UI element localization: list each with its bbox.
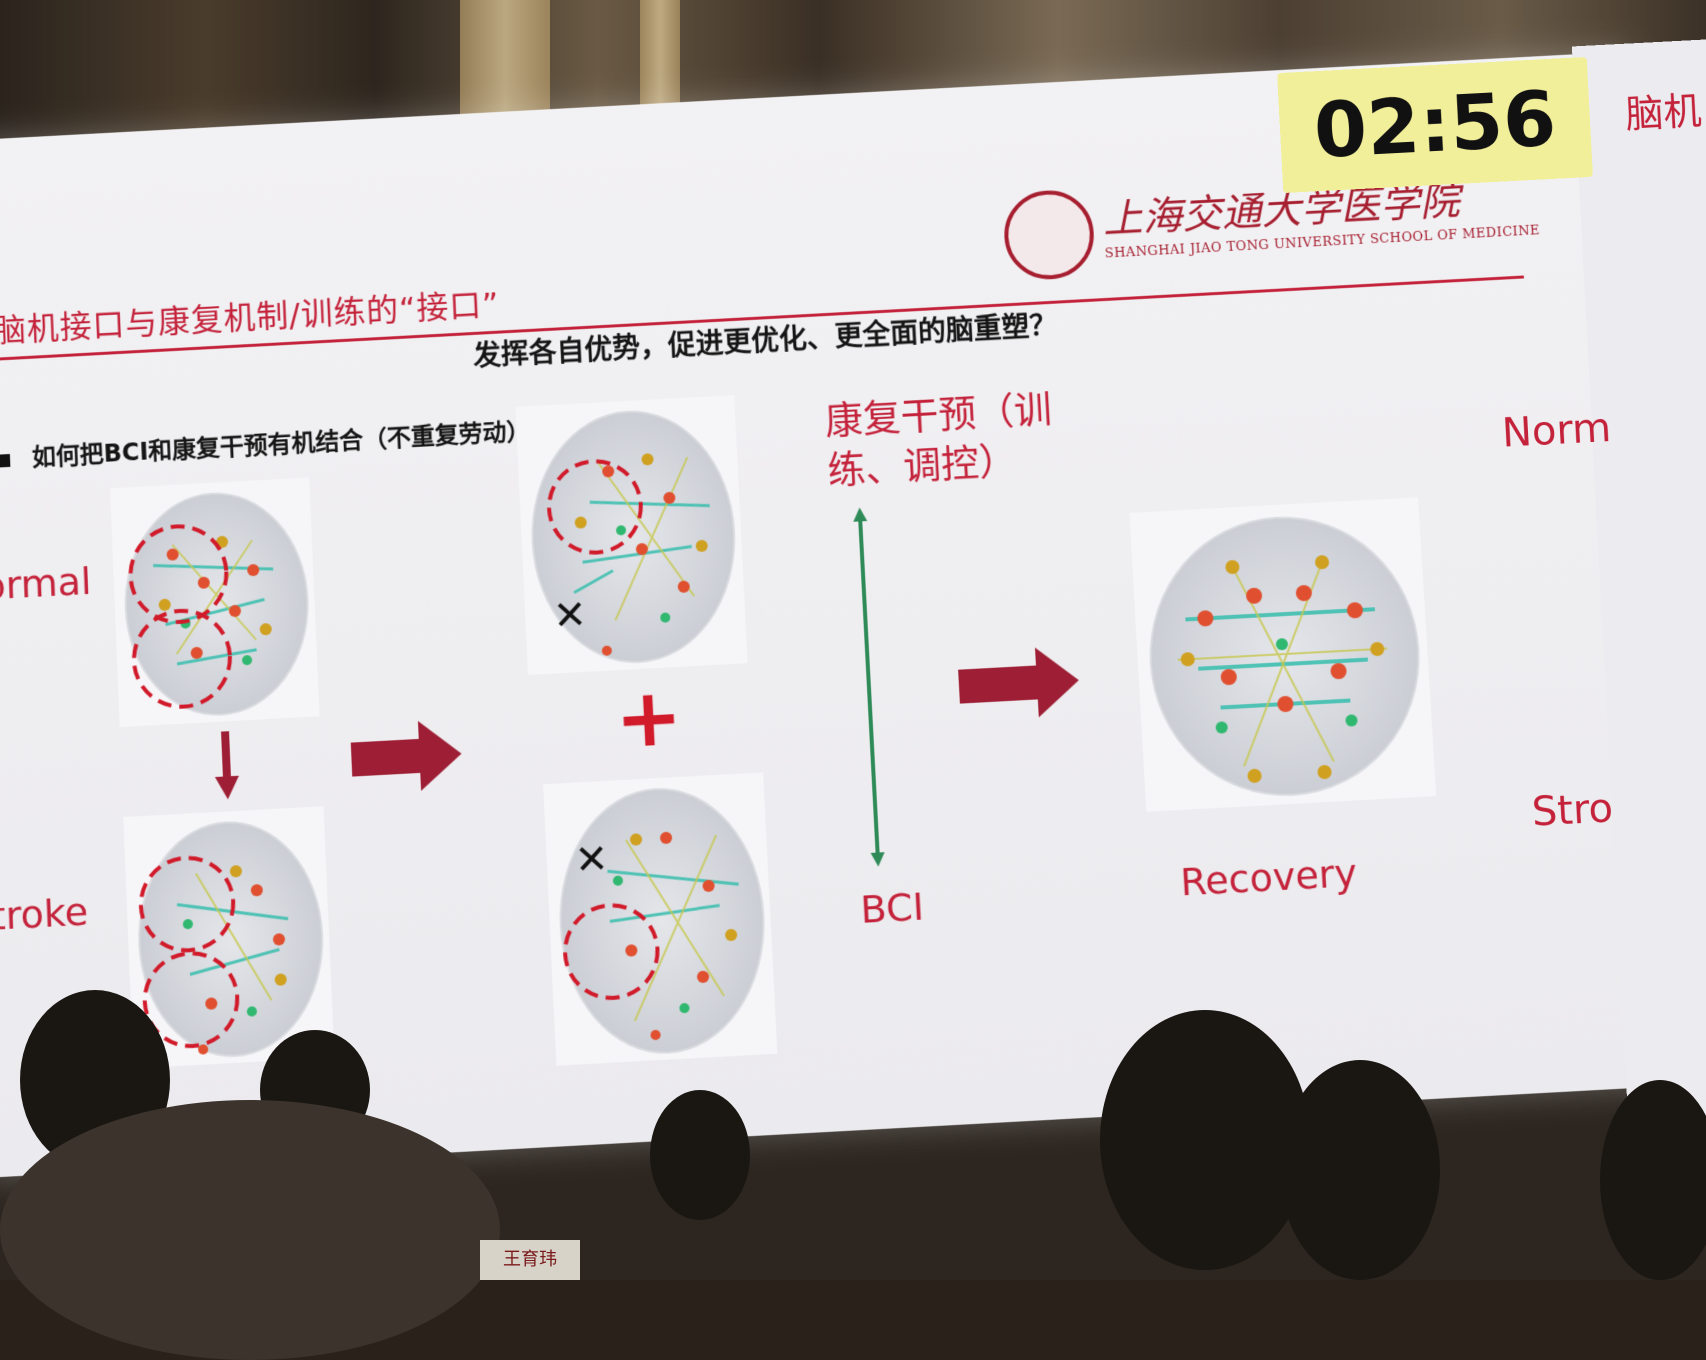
bidirectional-arrow-icon [850,507,889,867]
audience-head [0,1100,500,1360]
rehab-label-line2: 练、调控） [826,430,1018,495]
disconnect-cross-icon: ✕ [552,592,588,640]
next-slide-title-fragment: 脑机 [1624,80,1703,139]
brain-network-svg [1129,497,1436,812]
label-stroke: Stroke [0,889,89,940]
slide-question: 发挥各自优势，促进更优化、更全面的脑重塑？ [472,304,1058,375]
audience-head [650,1090,750,1220]
brain-recovery [1129,497,1436,812]
bullet-square-icon [0,454,10,468]
audience-head [1100,1010,1310,1270]
down-arrow-icon [210,731,243,803]
right-arrow-icon [957,645,1081,721]
brain-network-svg [515,395,747,675]
slide-bullet: 如何把BCI和康复干预有机结合（不重复劳动）， [0,410,543,474]
label-normal: Normal [0,559,92,610]
audience-head [1280,1060,1440,1280]
name-card: 王育玮 [480,1240,580,1280]
brain-network-svg [543,772,777,1065]
projection-screen: 上海交通大学医学院 SHANGHAI JIAO TONG UNIVERSITY … [0,51,1696,1177]
brain-network-svg [110,478,320,728]
disconnect-cross-icon: ✕ [574,836,610,884]
countdown-timer: 02:56 [1277,57,1593,193]
right-arrow-icon [350,719,463,795]
brain-rehab: ✕ [515,395,747,675]
plus-sign: + [613,677,684,760]
slide-title: 脑机接口与康复机制/训练的“接口” [0,279,501,352]
bullet-text: 如何把BCI和康复干预有机结合（不重复劳动）， [31,416,542,471]
next-slide-label-normal: Norm [1501,405,1612,457]
university-seal-icon [1002,188,1096,281]
next-slide-label-stroke: Stro [1531,785,1614,835]
brain-normal [110,478,320,728]
brain-bci: ✕ [543,772,777,1065]
recovery-label: Recovery [1179,851,1358,905]
bci-label: BCI [859,884,925,932]
